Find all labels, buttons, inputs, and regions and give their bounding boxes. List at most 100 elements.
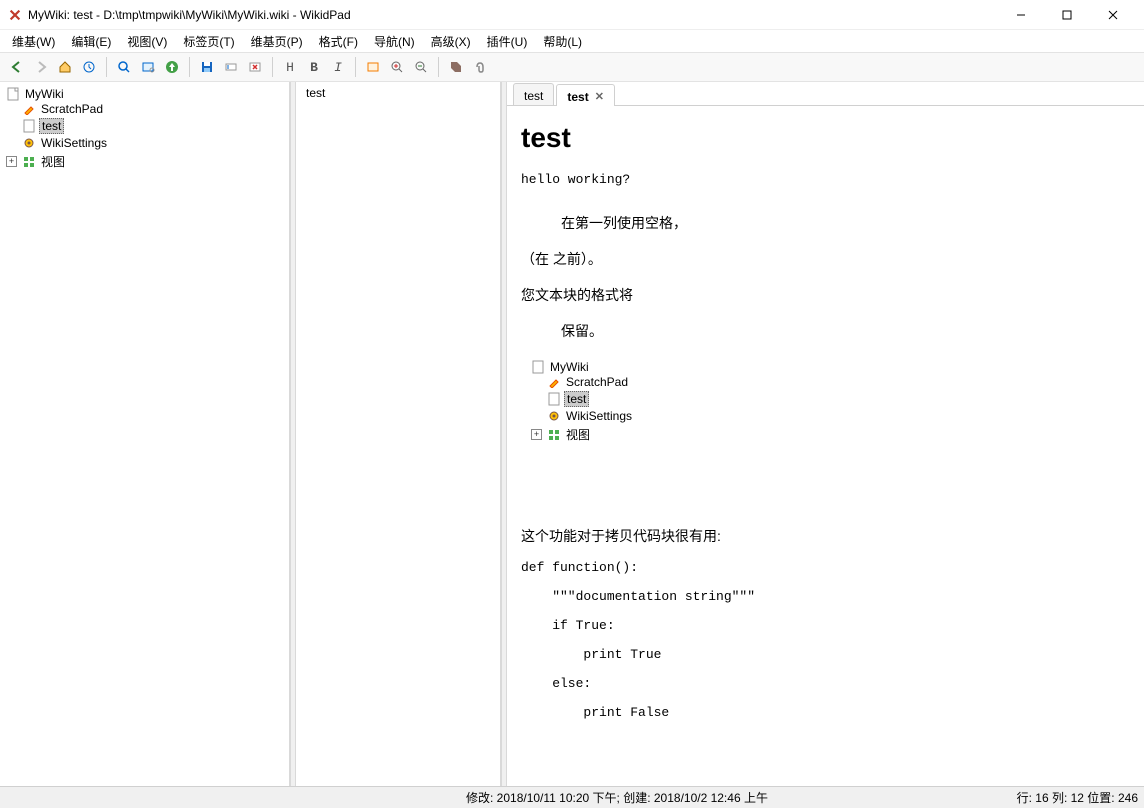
menu-edit[interactable]: 编辑(E): [63, 31, 119, 52]
attach-button[interactable]: [469, 56, 491, 78]
tree-item-label: ScratchPad: [39, 102, 105, 116]
workspace: MyWiki ScratchPad test WikiSettings: [0, 82, 1144, 786]
home-button[interactable]: [54, 56, 76, 78]
titlebar: MyWiki: test - D:\tmp\tmpwiki\MyWiki\MyW…: [0, 0, 1144, 30]
status-modified: 修改: 2018/10/11 10:20 下午; 创建: 2018/10/2 1…: [466, 789, 1017, 806]
views-icon: [547, 428, 561, 442]
document-view[interactable]: test hello working? 在第一列使用空格， （在 之前）。 您文…: [507, 106, 1144, 786]
tree-item-label: WikiSettings: [564, 409, 634, 423]
zoom-out-button[interactable]: [410, 56, 432, 78]
search-button[interactable]: [113, 56, 135, 78]
heading-button[interactable]: H: [279, 56, 301, 78]
window-title: MyWiki: test - D:\tmp\tmpwiki\MyWiki\MyW…: [28, 8, 998, 22]
app-icon: [8, 8, 22, 22]
rename-button[interactable]: [220, 56, 242, 78]
tree-views-label: 视图: [564, 426, 592, 443]
tree-item-scratchpad[interactable]: ScratchPad: [22, 102, 285, 116]
tree-root-label: MyWiki: [548, 360, 591, 374]
tab-label: test: [567, 90, 588, 104]
tree-views-label: 视图: [39, 153, 67, 170]
history-button[interactable]: [78, 56, 100, 78]
menu-tabs[interactable]: 标签页(T): [175, 31, 242, 52]
code-line: print False: [521, 705, 1130, 720]
menu-help[interactable]: 帮助(L): [535, 31, 590, 52]
zoom-in-button[interactable]: [386, 56, 408, 78]
menubar: 维基(W) 编辑(E) 视图(V) 标签页(T) 维基页(P) 格式(F) 导航…: [0, 30, 1144, 52]
code-line: if True:: [521, 618, 1130, 633]
close-icon[interactable]: ✕: [595, 90, 604, 103]
separator: [272, 57, 273, 77]
list-item[interactable]: test: [296, 82, 500, 104]
status-position: 行: 16 列: 12 位置: 246: [1017, 789, 1138, 806]
forward-button[interactable]: [30, 56, 52, 78]
embedded-tree: MyWiki ScratchPad test: [531, 359, 1130, 444]
doc-text: 您文本块的格式将: [521, 285, 1130, 305]
content-panel: test test ✕ test hello working? 在第一列使用空格…: [507, 82, 1144, 786]
pencil-icon: [22, 102, 36, 116]
tab-test-2[interactable]: test ✕: [556, 84, 615, 106]
doc-heading: test: [521, 122, 1130, 154]
delete-button[interactable]: [244, 56, 266, 78]
page-icon: [531, 360, 545, 374]
list-panel: test: [296, 82, 501, 786]
bold-button[interactable]: B: [303, 56, 325, 78]
tab-label: test: [524, 89, 543, 103]
expand-icon[interactable]: +: [531, 429, 542, 440]
menu-format[interactable]: 格式(F): [311, 31, 366, 52]
close-button[interactable]: [1090, 1, 1136, 29]
separator: [106, 57, 107, 77]
tree-root[interactable]: MyWiki: [6, 87, 285, 101]
menu-wiki[interactable]: 维基(W): [4, 31, 63, 52]
page-icon: [547, 392, 561, 406]
toolbar: H B I: [0, 52, 1144, 82]
tree-item-test[interactable]: test: [22, 118, 285, 134]
tree-item-scratchpad[interactable]: ScratchPad: [547, 375, 1130, 389]
statusbar: 修改: 2018/10/11 10:20 下午; 创建: 2018/10/2 1…: [0, 786, 1144, 808]
preview-button[interactable]: [137, 56, 159, 78]
tree-views[interactable]: + 视图: [531, 426, 1130, 443]
separator: [438, 57, 439, 77]
menu-plugins[interactable]: 插件(U): [479, 31, 536, 52]
views-icon: [22, 155, 36, 169]
tree-item-wikisettings[interactable]: WikiSettings: [22, 136, 285, 150]
expand-icon[interactable]: +: [6, 156, 17, 167]
minimize-button[interactable]: [998, 1, 1044, 29]
tree-item-wikisettings[interactable]: WikiSettings: [547, 409, 1130, 423]
link-button[interactable]: [362, 56, 384, 78]
menu-navigate[interactable]: 导航(N): [366, 31, 423, 52]
doc-text: 在第一列使用空格，: [521, 213, 1130, 233]
separator: [189, 57, 190, 77]
code-line: """documentation string""": [521, 589, 1130, 604]
italic-button[interactable]: I: [327, 56, 349, 78]
page-icon: [22, 119, 36, 133]
code-line: print True: [521, 647, 1130, 662]
doc-text: 保留。: [521, 321, 1130, 341]
tree-panel: MyWiki ScratchPad test WikiSettings: [0, 82, 290, 786]
tree-root[interactable]: MyWiki: [531, 360, 1130, 374]
save-button[interactable]: [196, 56, 218, 78]
code-line: def function():: [521, 560, 1130, 575]
tabbar: test test ✕: [507, 82, 1144, 106]
tree-item-label: test: [564, 391, 589, 407]
back-button[interactable]: [6, 56, 28, 78]
gear-icon: [547, 409, 561, 423]
doc-text: 这个功能对于拷贝代码块很有用:: [521, 526, 1130, 546]
menu-advanced[interactable]: 高级(X): [423, 31, 479, 52]
tree-root-label: MyWiki: [23, 87, 66, 101]
menu-view[interactable]: 视图(V): [119, 31, 175, 52]
separator: [355, 57, 356, 77]
tree-views[interactable]: + 视图: [6, 153, 285, 170]
tree-item-label: ScratchPad: [564, 375, 630, 389]
maximize-button[interactable]: [1044, 1, 1090, 29]
code-line: else:: [521, 676, 1130, 691]
pencil-icon: [547, 375, 561, 389]
up-button[interactable]: [161, 56, 183, 78]
tab-test-1[interactable]: test: [513, 83, 554, 105]
page-icon: [6, 87, 20, 101]
doc-text: （在 之前）。: [521, 249, 1130, 269]
tree-item-test[interactable]: test: [547, 391, 1130, 407]
gear-icon: [22, 136, 36, 150]
menu-wikipage[interactable]: 维基页(P): [243, 31, 311, 52]
tree-item-label: WikiSettings: [39, 136, 109, 150]
tag-button[interactable]: [445, 56, 467, 78]
